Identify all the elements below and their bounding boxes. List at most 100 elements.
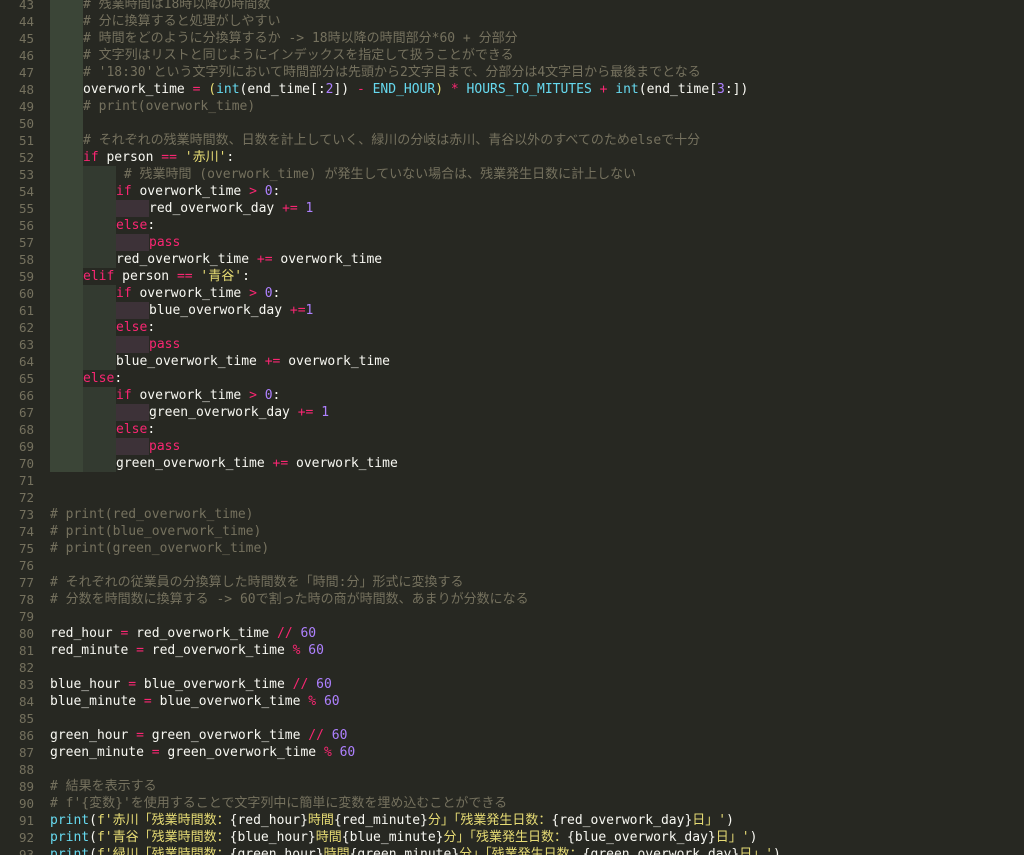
- code-line[interactable]: 68 else:: [0, 421, 1024, 438]
- line-content: else:: [50, 319, 155, 336]
- indent-guide: [50, 251, 83, 268]
- code-line[interactable]: 48 overwork_time = (int(end_time[:2]) - E…: [0, 81, 1024, 98]
- code-line[interactable]: 84 blue_minute = blue_overwork_time % 60: [0, 693, 1024, 710]
- code-line[interactable]: 70 green_overwork_time += overwork_time: [0, 455, 1024, 472]
- code-line[interactable]: 43 # 残業時間は18時以降の時間数: [0, 0, 1024, 13]
- line-content: red_minute = red_overwork_time % 60: [50, 642, 324, 659]
- line-content: if overwork_time > 0:: [50, 183, 280, 200]
- code-line[interactable]: 58 red_overwork_time += overwork_time: [0, 251, 1024, 268]
- code-line[interactable]: 81 red_minute = red_overwork_time % 60: [0, 642, 1024, 659]
- code-line[interactable]: 51 # それぞれの残業時間数、日数を計上していく、緑川の分岐は赤川、青谷以外のす…: [0, 132, 1024, 149]
- code-line[interactable]: 64 blue_overwork_time += overwork_time: [0, 353, 1024, 370]
- line-content: red_hour = red_overwork_time // 60: [50, 625, 316, 642]
- token-kw: pass: [149, 235, 181, 250]
- code-line[interactable]: 91 print(f'赤川「残業時間数：{red_hour}時間{red_minu…: [0, 812, 1024, 829]
- token-tx: person: [114, 269, 177, 284]
- token-tx: (end_time[:: [239, 82, 326, 97]
- token-const: HOURS_TO_MITUTES: [466, 82, 592, 97]
- line-number: 88: [18, 762, 34, 777]
- token-tx: (: [89, 830, 97, 845]
- token-tx: (: [89, 847, 97, 855]
- code-line[interactable]: 56 else:: [0, 217, 1024, 234]
- code-line[interactable]: 60 if overwork_time > 0:: [0, 285, 1024, 302]
- code-line[interactable]: 66 if overwork_time > 0:: [0, 387, 1024, 404]
- code-line[interactable]: 63 pass: [0, 336, 1024, 353]
- code-line[interactable]: 47 # '18:30'という文字列において時間部分は先頭から2文字目まで、分部分…: [0, 64, 1024, 81]
- code-line[interactable]: 75 # print(green_overwork_time): [0, 540, 1024, 557]
- code-line[interactable]: 86 green_hour = green_overwork_time // 60: [0, 727, 1024, 744]
- line-number: 75: [18, 541, 34, 556]
- line-number: 68: [18, 422, 34, 437]
- line-number: 69: [18, 439, 34, 454]
- token-tx: [257, 184, 265, 199]
- code-editor[interactable]: 43 # 残業時間は18時以降の時間数 44 # 分に換算すると処理がしやすい 45 # …: [0, 0, 1024, 855]
- code-line[interactable]: 46 # 文字列はリストと同じようにインデックスを指定して扱うことができる: [0, 47, 1024, 64]
- line-content: # 時間をどのように分換算するか -> 18時以降の時間部分*60 + 分部分: [50, 30, 518, 47]
- code-line[interactable]: 85: [0, 710, 1024, 727]
- code-line[interactable]: 77 # それぞれの従業員の分換算した時間数を「時間:分」形式に変換する: [0, 574, 1024, 591]
- code-line[interactable]: 73 # print(red_overwork_time): [0, 506, 1024, 523]
- code-line[interactable]: 65 else:: [0, 370, 1024, 387]
- indent-guide: [50, 302, 83, 319]
- code-line[interactable]: 90 # f'{変数}'を使用することで文字列中に簡単に変数を埋め込むことができる: [0, 795, 1024, 812]
- token-kw: pass: [149, 439, 181, 454]
- line-number: 52: [18, 150, 34, 165]
- token-num: 60: [316, 677, 332, 692]
- code-line[interactable]: 79: [0, 608, 1024, 625]
- code-line[interactable]: 93 print(f'緑川「残業時間数：{green_hour}時間{green_…: [0, 846, 1024, 855]
- token-br: }: [451, 847, 460, 855]
- indent-guide: [50, 370, 83, 387]
- code-line[interactable]: 61 blue_overwork_day +=1: [0, 302, 1024, 319]
- line-number: 77: [18, 575, 34, 590]
- code-line[interactable]: 72: [0, 489, 1024, 506]
- code-line[interactable]: 49 # print(overwork_time): [0, 98, 1024, 115]
- code-line[interactable]: 57 pass: [0, 234, 1024, 251]
- token-tx: red_minute: [341, 813, 421, 828]
- token-op: +=: [256, 252, 273, 267]
- line-number: 70: [18, 456, 34, 471]
- code-line[interactable]: 53 # 残業時間 (overwork_time) が発生していない場合は、残業…: [0, 166, 1024, 183]
- line-number: 87: [18, 745, 34, 760]
- code-line[interactable]: 69 pass: [0, 438, 1024, 455]
- code-line[interactable]: 54 if overwork_time > 0:: [0, 183, 1024, 200]
- token-num: 60: [323, 694, 340, 709]
- code-line[interactable]: 83 blue_hour = blue_overwork_time // 60: [0, 676, 1024, 693]
- code-line[interactable]: 89 # 結果を表示する: [0, 778, 1024, 795]
- code-line[interactable]: 71: [0, 472, 1024, 489]
- code-line[interactable]: 88: [0, 761, 1024, 778]
- line-number: 72: [18, 490, 34, 505]
- token-str: 日」': [715, 830, 750, 845]
- token-tx: :: [242, 269, 250, 284]
- code-line[interactable]: 44 # 分に換算すると処理がしやすい: [0, 13, 1024, 30]
- line-number: 51: [18, 133, 34, 148]
- token-tx: [257, 286, 265, 301]
- code-line[interactable]: 59 elif person == '青谷':: [0, 268, 1024, 285]
- code-line[interactable]: 92 print(f'青谷「残業時間数：{blue_hour}時間{blue_mi…: [0, 829, 1024, 846]
- token-op: +=: [282, 201, 298, 216]
- token-op: %: [323, 745, 332, 760]
- code-line[interactable]: 87 green_minute = green_overwork_time % 6…: [0, 744, 1024, 761]
- line-number: 85: [18, 711, 34, 726]
- token-cm: # それぞれの従業員の分換算した時間数を「時間:分」形式に変換する: [50, 575, 464, 590]
- code-line[interactable]: 67 green_overwork_day += 1: [0, 404, 1024, 421]
- code-line[interactable]: 62 else:: [0, 319, 1024, 336]
- code-line[interactable]: 50: [0, 115, 1024, 132]
- token-tx: [443, 82, 451, 97]
- indent-guide: [50, 0, 83, 13]
- code-line[interactable]: 55 red_overwork_day += 1: [0, 200, 1024, 217]
- token-num: 1: [321, 405, 330, 420]
- code-line[interactable]: 80 red_hour = red_overwork_time // 60: [0, 625, 1024, 642]
- indent-guide: [50, 47, 83, 64]
- indent-guide: [83, 251, 116, 268]
- token-tx: green_overwork_time: [159, 745, 324, 760]
- indent-guide: [83, 319, 116, 336]
- code-line[interactable]: 52 if person == '赤川':: [0, 149, 1024, 166]
- code-line[interactable]: 82: [0, 659, 1024, 676]
- token-tx: red_hour: [237, 813, 301, 828]
- token-tx: :: [147, 422, 156, 437]
- code-line[interactable]: 45 # 時間をどのように分換算するか -> 18時以降の時間部分*60 + 分部…: [0, 30, 1024, 47]
- code-line[interactable]: 76: [0, 557, 1024, 574]
- code-line[interactable]: 78 # 分数を時間数に換算する -> 60で割った時の商が時間数、あまりが分数に…: [0, 591, 1024, 608]
- code-line[interactable]: 74 # print(blue_overwork_time): [0, 523, 1024, 540]
- line-content: print(f'緑川「残業時間数：{green_hour}時間{green_mi…: [50, 846, 781, 855]
